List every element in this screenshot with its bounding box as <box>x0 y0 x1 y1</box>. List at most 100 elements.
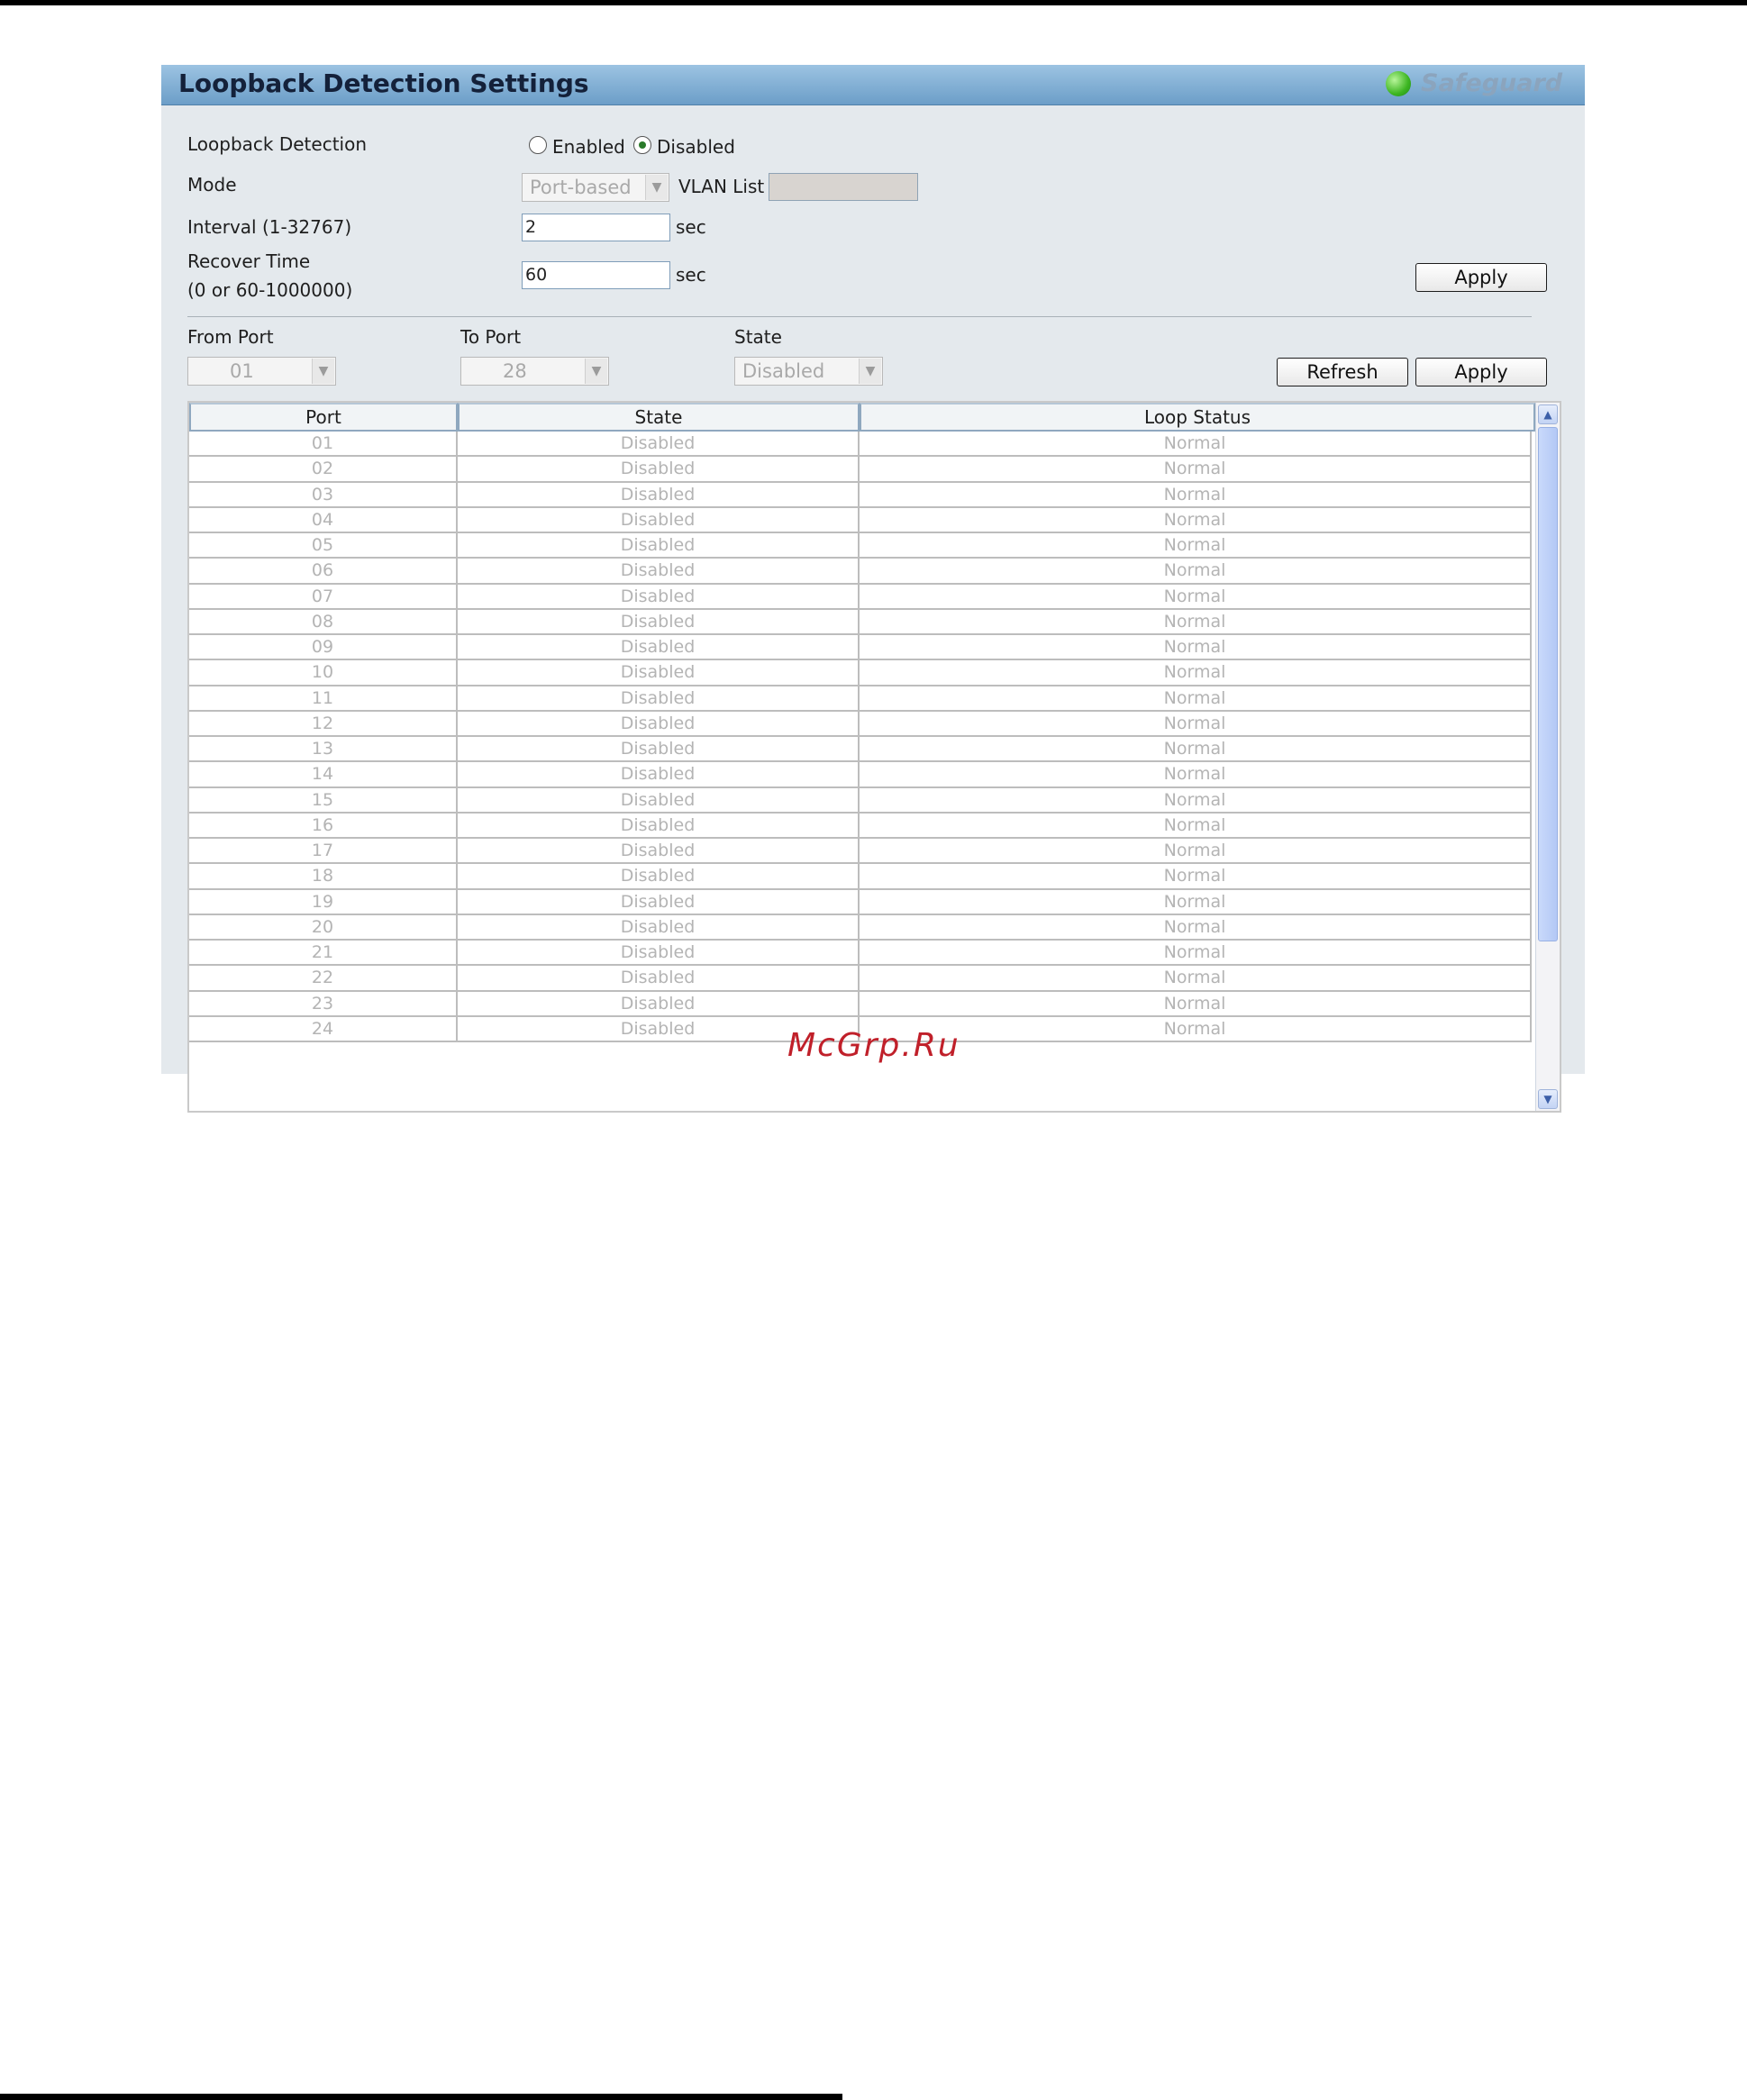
table-row: 15 Disabled Normal <box>189 787 1534 814</box>
mode-select-value: Port-based <box>530 177 632 198</box>
state-cell: Disabled <box>458 762 860 788</box>
enabled-radio[interactable] <box>529 136 547 154</box>
recover-time-input[interactable]: 60 <box>522 261 670 289</box>
mode-select[interactable]: Port-based ▼ <box>522 173 669 202</box>
bottom-rule <box>0 2094 842 2100</box>
to-port-select-value: 28 <box>503 360 527 382</box>
port-cell: 13 <box>189 737 458 763</box>
port-cell: 12 <box>189 711 458 737</box>
enabled-radio-label[interactable]: Enabled <box>552 136 625 158</box>
port-cell: 03 <box>189 482 458 508</box>
port-cell: 05 <box>189 533 458 559</box>
state-cell: Disabled <box>458 482 860 508</box>
port-status-table: Port State Loop Status 01 Disabled Normal 0… <box>187 401 1561 1113</box>
loop-status-cell: Normal <box>860 864 1532 890</box>
global-apply-button[interactable]: Apply <box>1415 263 1547 292</box>
mode-label: Mode <box>187 174 237 195</box>
recover-time-label: Recover Time <box>187 250 311 272</box>
interval-unit: sec <box>676 216 706 238</box>
table-row: 11 Disabled Normal <box>189 686 1534 712</box>
scroll-down-icon[interactable]: ▼ <box>1538 1089 1558 1109</box>
loop-status-cell: Normal <box>860 762 1532 788</box>
state-cell: Disabled <box>458 737 860 763</box>
safeguard-label: Safeguard <box>1421 69 1563 97</box>
from-port-label: From Port <box>187 326 274 348</box>
port-cell: 01 <box>189 432 458 458</box>
table-row: 23 Disabled Normal <box>189 991 1534 1017</box>
loopback-detection-label: Loopback Detection <box>187 133 368 155</box>
state-cell: Disabled <box>458 914 860 941</box>
port-cell: 10 <box>189 660 458 686</box>
port-cell: 06 <box>189 559 458 585</box>
scroll-up-icon[interactable]: ▲ <box>1538 405 1558 424</box>
section-divider <box>187 316 1532 317</box>
state-cell: Disabled <box>458 787 860 814</box>
table-row: 06 Disabled Normal <box>189 559 1534 585</box>
table-row: 14 Disabled Normal <box>189 762 1534 788</box>
table-scrollbar[interactable]: ▲ ▼ <box>1535 403 1560 1111</box>
from-port-select-value: 01 <box>230 360 254 382</box>
state-select[interactable]: Disabled ▼ <box>734 357 883 386</box>
loop-status-cell: Normal <box>860 686 1532 712</box>
table-row: 02 Disabled Normal <box>189 457 1534 483</box>
state-label: State <box>734 326 782 348</box>
loop-status-cell: Normal <box>860 584 1532 610</box>
chevron-down-icon: ▼ <box>312 359 334 384</box>
table-row: 04 Disabled Normal <box>189 507 1534 533</box>
loop-status-cell: Normal <box>860 635 1532 661</box>
state-cell: Disabled <box>458 889 860 915</box>
loop-status-cell: Normal <box>860 966 1532 992</box>
loop-status-cell: Normal <box>860 482 1532 508</box>
scrollbar-thumb[interactable] <box>1538 427 1558 941</box>
port-cell: 09 <box>189 635 458 661</box>
port-cell: 21 <box>189 941 458 967</box>
state-cell: Disabled <box>458 635 860 661</box>
loop-status-cell: Normal <box>860 914 1532 941</box>
state-cell: Disabled <box>458 991 860 1017</box>
table-row: 07 Disabled Normal <box>189 584 1534 610</box>
refresh-button[interactable]: Refresh <box>1277 358 1408 386</box>
to-port-select[interactable]: 28 ▼ <box>460 357 609 386</box>
state-cell: Disabled <box>458 941 860 967</box>
loop-status-cell: Normal <box>860 839 1532 865</box>
state-cell: Disabled <box>458 711 860 737</box>
title-bar: Loopback Detection Settings Safeguard <box>161 65 1585 105</box>
table-row: 09 Disabled Normal <box>189 635 1534 661</box>
disabled-radio-label[interactable]: Disabled <box>657 136 735 158</box>
table-row: 08 Disabled Normal <box>189 609 1534 635</box>
state-cell: Disabled <box>458 660 860 686</box>
port-cell: 07 <box>189 584 458 610</box>
table-row: 05 Disabled Normal <box>189 533 1534 559</box>
recover-time-range-label: (0 or 60-1000000) <box>187 279 353 301</box>
state-cell: Disabled <box>458 559 860 585</box>
state-cell: Disabled <box>458 839 860 865</box>
page-title: Loopback Detection Settings <box>178 68 589 98</box>
loop-status-cell: Normal <box>860 533 1532 559</box>
port-cell: 08 <box>189 609 458 635</box>
table-row: 18 Disabled Normal <box>189 864 1534 890</box>
table-row: 21 Disabled Normal <box>189 941 1534 967</box>
state-cell: Disabled <box>458 966 860 992</box>
state-cell: Disabled <box>458 584 860 610</box>
port-cell: 18 <box>189 864 458 890</box>
port-cell: 16 <box>189 813 458 839</box>
interval-label: Interval (1-32767) <box>187 216 352 238</box>
state-select-value: Disabled <box>742 360 825 382</box>
table-row: 13 Disabled Normal <box>189 737 1534 763</box>
port-cell: 15 <box>189 787 458 814</box>
chevron-down-icon: ▼ <box>585 359 607 384</box>
interval-input[interactable]: 2 <box>522 214 670 241</box>
port-cell: 17 <box>189 839 458 865</box>
table-row: 12 Disabled Normal <box>189 711 1534 737</box>
table-row: 20 Disabled Normal <box>189 914 1534 941</box>
port-cell: 22 <box>189 966 458 992</box>
disabled-radio[interactable] <box>633 136 651 154</box>
loop-status-cell: Normal <box>860 889 1532 915</box>
loop-status-cell: Normal <box>860 813 1532 839</box>
from-port-select[interactable]: 01 ▼ <box>187 357 336 386</box>
vlan-list-label: VLAN List <box>678 176 765 197</box>
table-row: 17 Disabled Normal <box>189 839 1534 865</box>
vlan-list-input[interactable] <box>769 173 918 201</box>
state-cell: Disabled <box>458 533 860 559</box>
port-apply-button[interactable]: Apply <box>1415 358 1547 386</box>
